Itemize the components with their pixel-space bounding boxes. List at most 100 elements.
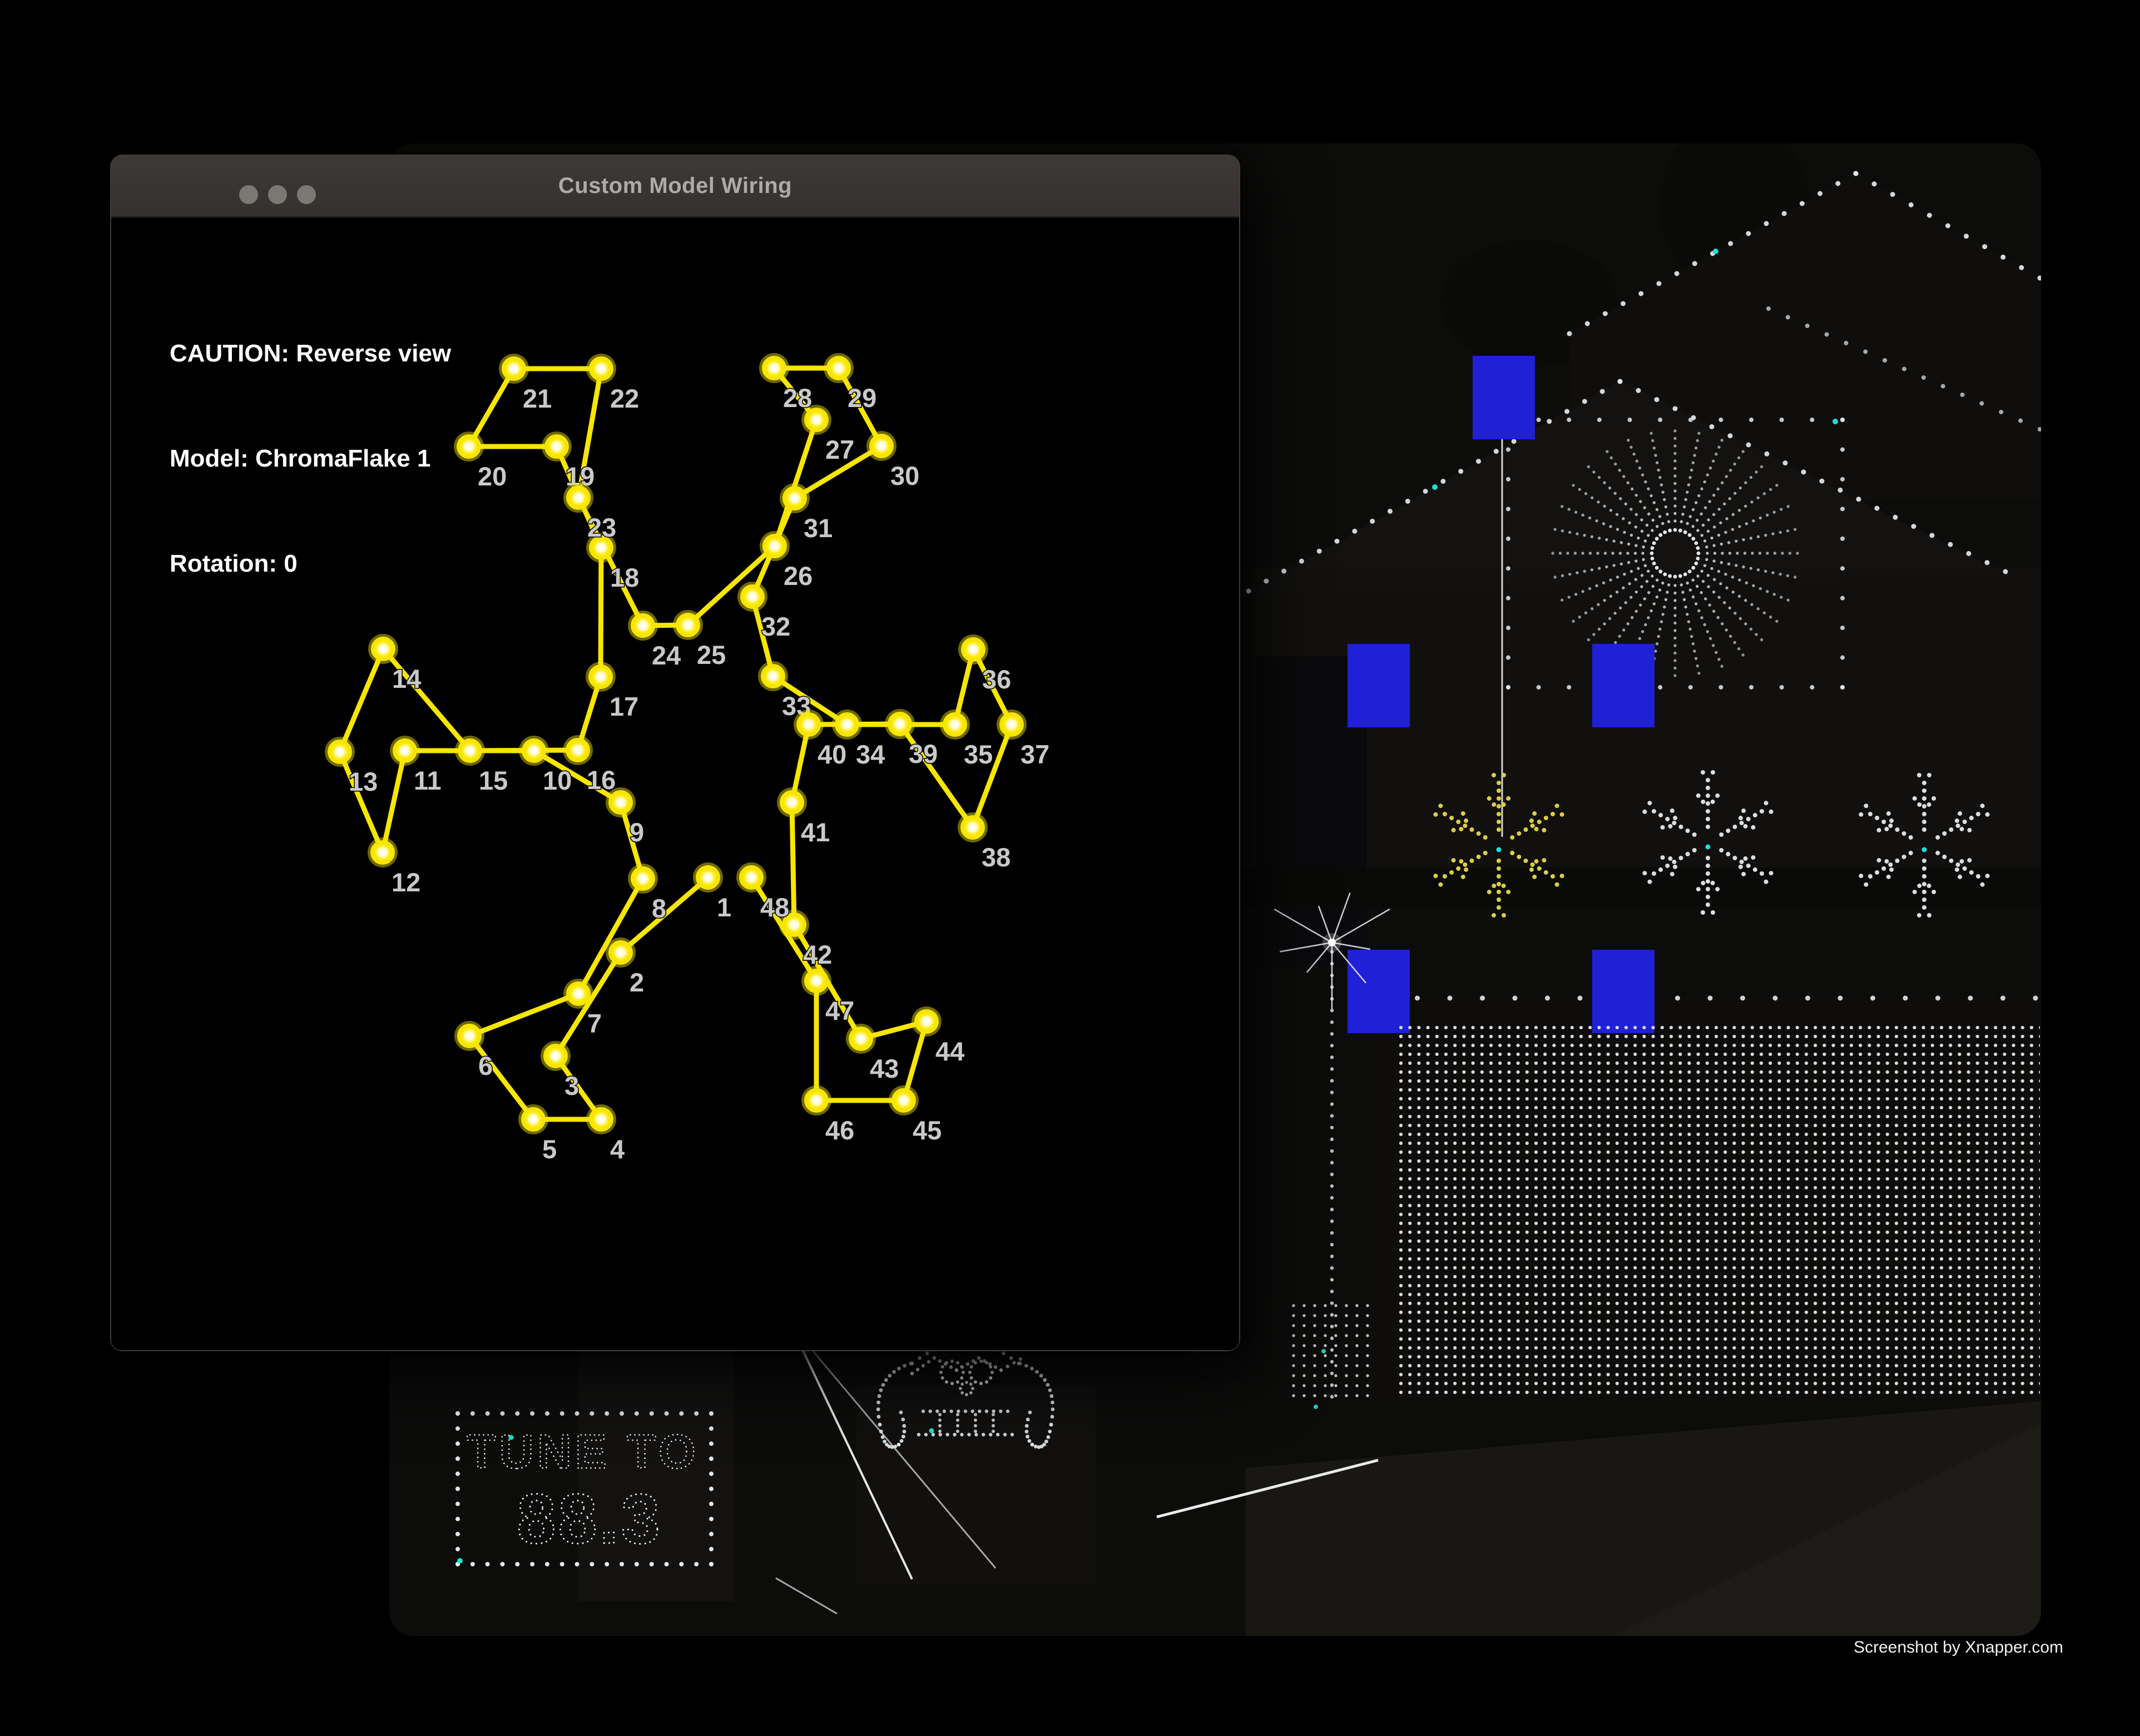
node-label: 45: [913, 1115, 942, 1145]
node-label: 39: [909, 739, 938, 768]
node-label: 36: [982, 664, 1011, 694]
node-label: 38: [982, 842, 1010, 872]
wiring-node: [944, 713, 966, 736]
wiring-node: [697, 866, 719, 889]
custom-model-wiring-window: Custom Model Wiring CAUTION: Reverse vie…: [111, 156, 1239, 1350]
wiring-node: [805, 1089, 828, 1112]
wiring-node: [329, 741, 351, 763]
node-label: 40: [818, 740, 846, 769]
wiring-node: [567, 983, 590, 1005]
wiring-node: [889, 713, 911, 735]
node-label: 18: [610, 563, 639, 592]
node-label: 25: [697, 640, 726, 669]
node-label: 5: [542, 1134, 557, 1164]
wiring-node: [459, 740, 481, 762]
wiring-node: [870, 435, 893, 457]
wiring-node: [546, 435, 568, 458]
wiring-node: [632, 867, 654, 890]
wiring-node: [503, 358, 525, 380]
node-label: 6: [478, 1051, 493, 1080]
wiring-node: [458, 1025, 480, 1047]
node-label: 8: [652, 894, 666, 923]
led-matrix: [1399, 1026, 2040, 1398]
node-label: 7: [587, 1009, 602, 1038]
sign-line1: TUNE TO: [467, 1425, 699, 1479]
wiring-node: [371, 841, 394, 864]
wiring-node: [740, 866, 762, 889]
wiring-node: [394, 740, 416, 762]
wire-segment: [469, 994, 578, 1036]
wiring-node: [458, 435, 480, 458]
node-label: 16: [587, 765, 616, 795]
node-label: 41: [801, 817, 830, 847]
wiring-node: [828, 357, 850, 379]
wiring-node: [762, 665, 784, 687]
node-label: 46: [825, 1115, 854, 1145]
node-label: 26: [784, 561, 813, 591]
sign-line2: 88.3: [517, 1480, 662, 1558]
wiring-node: [590, 358, 612, 380]
wiring-node: [741, 586, 764, 608]
node-label: 30: [890, 461, 919, 490]
node-label: 29: [848, 383, 876, 413]
window-title: Custom Model Wiring: [111, 156, 1239, 216]
node-label: 24: [652, 641, 681, 670]
wire-segment: [340, 649, 383, 752]
model-info-text: CAUTION: Reverse view Model: ChromaFlake…: [170, 266, 451, 651]
wiring-node: [781, 791, 803, 814]
window-title-bar[interactable]: Custom Model Wiring: [111, 156, 1239, 218]
node-label: 2: [630, 968, 644, 997]
wiring-node: [590, 666, 612, 688]
node-label: 34: [856, 740, 885, 769]
wiring-node: [567, 487, 590, 509]
model-line: Model: ChromaFlake 1: [170, 441, 451, 476]
wiring-node: [677, 614, 699, 636]
node-label: 44: [935, 1036, 964, 1066]
wiring-node: [544, 1045, 567, 1067]
node-label: 27: [825, 435, 854, 464]
wiring-node: [962, 638, 984, 661]
node-label: 35: [964, 740, 993, 769]
node-label: 15: [479, 766, 508, 795]
node-label: 9: [630, 817, 644, 847]
wire-segment: [792, 802, 794, 925]
wiring-node: [962, 816, 984, 839]
wiring-node: [764, 535, 786, 557]
node-label: 32: [761, 612, 790, 641]
side-window-lights: [1288, 1302, 1371, 1400]
node-label: 10: [543, 766, 572, 795]
node-label: 37: [1021, 740, 1049, 769]
wiring-node: [522, 1108, 544, 1130]
wiring-node: [1000, 713, 1023, 736]
node-label: 48: [760, 892, 789, 922]
watermark: Screenshot by Xnapper.com: [1691, 1638, 2063, 1657]
wiring-node: [893, 1089, 915, 1112]
wiring-node: [763, 357, 785, 379]
node-label: 21: [523, 384, 552, 413]
node-label: 43: [870, 1054, 899, 1083]
node-label: 22: [610, 384, 639, 413]
wiring-canvas: CAUTION: Reverse view Model: ChromaFlake…: [111, 218, 1239, 1350]
node-label: 11: [414, 766, 442, 795]
caution-line: CAUTION: Reverse view: [170, 336, 451, 371]
node-label: 1: [717, 892, 731, 922]
node-label: 4: [610, 1134, 625, 1164]
wiring-node: [523, 740, 545, 762]
wiring-node: [590, 1108, 612, 1130]
node-label: 13: [349, 767, 378, 796]
node-label: 20: [478, 462, 507, 491]
wiring-node: [805, 970, 828, 992]
node-label: 23: [587, 513, 616, 542]
wiring-node: [567, 739, 589, 761]
wire-segment: [383, 751, 405, 852]
node-label: 42: [803, 940, 832, 969]
eave-lights: [1383, 996, 2038, 1001]
node-label: 17: [610, 692, 638, 721]
node-label: 28: [783, 383, 812, 413]
wiring-node: [610, 941, 632, 964]
node-label: 31: [804, 513, 833, 543]
wiring-node: [850, 1028, 872, 1050]
wiring-node: [784, 487, 806, 509]
node-label: 47: [825, 996, 854, 1025]
wiring-node: [915, 1010, 938, 1033]
